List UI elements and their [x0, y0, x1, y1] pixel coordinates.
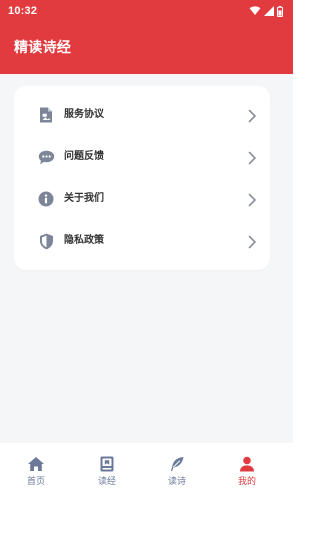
menu-item-privacy-policy[interactable]: 隐私政策: [14, 220, 270, 262]
menu-item-service-agreement[interactable]: 服务协议: [14, 94, 270, 136]
document-icon: [37, 106, 55, 124]
tab-home[interactable]: 首页: [6, 455, 66, 495]
tab-read-poems[interactable]: 读诗: [147, 455, 207, 495]
wifi-icon: [249, 6, 261, 16]
tab-label: 首页: [26, 477, 45, 487]
feather-icon: [171, 457, 184, 472]
chevron-right-icon: [246, 234, 258, 249]
app-header: 10:32 精读诗经: [0, 0, 293, 74]
menu-item-label: 问题反馈: [64, 151, 104, 162]
status-icons: [249, 5, 283, 17]
tab-label: 读经: [97, 477, 116, 487]
book-icon: [100, 456, 114, 472]
tab-read-classics[interactable]: 读经: [77, 455, 137, 495]
chevron-right-icon: [246, 108, 258, 123]
signal-icon: [264, 6, 274, 16]
app-screen: 10:32 精读诗经 服务协议 问题反馈 关于我们 隐私政策 首页 读经 读诗 …: [0, 0, 293, 538]
chat-bubble-icon: [37, 148, 55, 166]
status-time: 10:32: [8, 5, 38, 17]
tab-label: 读诗: [167, 477, 186, 487]
status-bar: 10:32: [0, 0, 293, 22]
tab-profile[interactable]: 我的: [217, 455, 277, 495]
settings-card: 服务协议 问题反馈 关于我们 隐私政策: [14, 86, 270, 270]
menu-item-label: 关于我们: [64, 193, 104, 204]
menu-item-about-us[interactable]: 关于我们: [14, 178, 270, 220]
page-title: 精读诗经: [14, 40, 72, 56]
bottom-navigation: 首页 读经 读诗 我的: [0, 443, 293, 538]
info-icon: [37, 190, 55, 208]
battery-icon: [277, 5, 283, 17]
tab-label: 我的: [237, 477, 256, 487]
shield-icon: [37, 232, 55, 250]
chevron-right-icon: [246, 192, 258, 207]
menu-item-label: 隐私政策: [64, 235, 104, 246]
menu-item-label: 服务协议: [64, 109, 104, 120]
user-icon: [240, 456, 254, 472]
home-icon: [28, 457, 44, 471]
menu-item-feedback[interactable]: 问题反馈: [14, 136, 270, 178]
chevron-right-icon: [246, 150, 258, 165]
